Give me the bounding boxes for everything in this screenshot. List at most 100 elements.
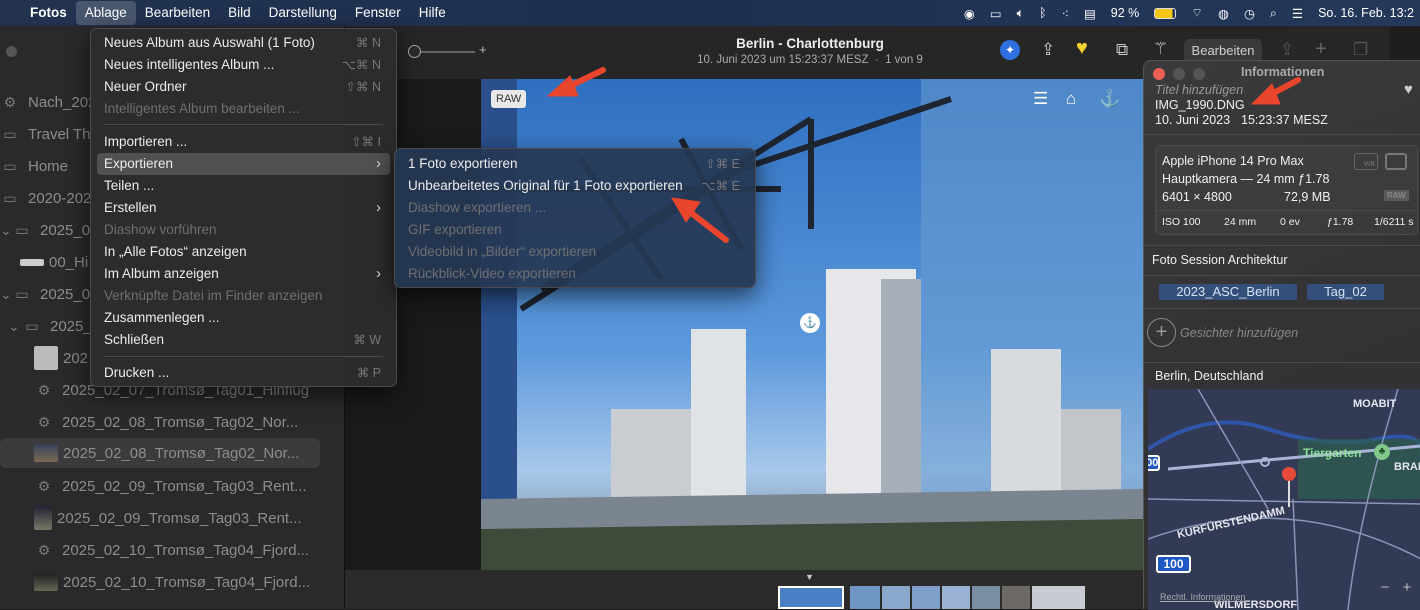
menu-item-show-in-album[interactable]: Im Album anzeigen › [97,263,390,285]
sidebar-item[interactable]: ⚙ Nach_202 [0,87,97,117]
chevron-down-icon[interactable]: ⌄ [0,222,12,239]
filmstrip-thumb[interactable] [972,586,1000,609]
menu-item-label: Neues intelligentes Album ... [104,57,275,72]
add-icon[interactable]: + [1315,38,1327,61]
menu-item-print[interactable]: Drucken ... ⌘ P [97,362,390,384]
menu-item-share[interactable]: Teilen ... [97,175,390,197]
menu-item-import[interactable]: Importieren ... ⇧⌘ I [97,131,390,153]
sidebar-item[interactable]: ▭ 2020-202 [0,183,91,213]
window-close-dot[interactable] [6,46,17,57]
network-icon[interactable]: ⁖ [1062,6,1069,21]
zoom-slider[interactable] [415,51,475,53]
menu-fenster[interactable]: Fenster [346,1,410,25]
sidebar-item[interactable]: ⚙ 2025_02_08_Tromsø_Tag02_Nor... [34,407,299,437]
clock[interactable]: So. 16. Feb. 13:2 [1318,6,1414,20]
faces-placeholder[interactable]: Gesichter hinzufügen [1180,326,1298,340]
filmstrip-thumb[interactable] [912,586,940,609]
bluetooth-icon[interactable]: ᛒ [1039,6,1047,20]
sidebar-item[interactable]: 00_Hi [20,247,88,277]
favorite-heart-icon[interactable]: ♥ [1404,81,1413,98]
tag-icon[interactable]: ⌂ [1066,89,1076,109]
anchor-icon[interactable]: ⚓ [1099,89,1120,109]
minimize-button[interactable] [1173,68,1185,80]
folder-icon: ▭ [3,125,17,142]
filmstrip-thumb[interactable] [882,586,910,609]
menu-item-merge[interactable]: Zusammenlegen ... [97,307,390,329]
rotate-icon[interactable]: ⧉ [1116,40,1128,60]
map[interactable]: MOABIT Tiergarten ♣ BRAN KURFÜRSTENDAMM … [1148,389,1420,610]
wifi-icon[interactable]: ⌔ [1191,5,1203,21]
menu-item-label: GIF exportieren [408,222,502,237]
chevron-right-icon: › [376,265,381,282]
zoom-button[interactable] [1193,68,1205,80]
caption[interactable]: Foto Session Architektur [1152,253,1287,267]
keyword-tag[interactable]: Tag_02 [1307,284,1384,300]
volume-icon[interactable]: 🔈︎ [1017,6,1025,21]
menu-bearbeiten[interactable]: Bearbeiten [136,1,219,25]
menu-item-close[interactable]: Schließen ⌘ W [97,329,390,351]
adjustments-icon[interactable]: ☰ [1033,89,1048,109]
menu-item-new-folder[interactable]: Neuer Ordner ⇧⌘ N [97,76,390,98]
airdrop-icon[interactable]: ◉ [964,6,975,21]
share-icon[interactable]: ⇪ [1041,40,1055,60]
sidebar-item[interactable]: ⌄ ▭ 2025_0 [0,279,90,309]
sidebar-item[interactable]: ⚙ 2025_02_09_Tromsø_Tag03_Rent... [34,471,307,501]
control-center-icon[interactable]: ☰ [1292,6,1303,21]
menu-darstellung[interactable]: Darstellung [260,1,346,25]
sidebar-item[interactable]: ⚙ 2025_02_10_Tromsø_Tag04_Fjord... [34,535,309,565]
zoom-slider-knob[interactable] [408,45,421,58]
auto-enhance-icon[interactable]: ✦ [1000,40,1020,60]
sidebar-item[interactable]: ⌄ ▭ 2025_ [8,311,92,341]
filmstrip-thumb[interactable] [942,586,970,609]
time-machine-icon[interactable]: ◷ [1244,6,1255,21]
menu-hilfe[interactable]: Hilfe [410,1,455,25]
filmstrip-thumb[interactable] [850,586,880,609]
share-icon-2[interactable]: ⇪ [1280,40,1294,60]
chevron-down-icon[interactable]: ⌄ [0,286,12,303]
menu-bild[interactable]: Bild [219,1,260,25]
submenu-item-export-original[interactable]: Unbearbeitetes Original für 1 Foto expor… [401,175,749,197]
filmstrip-thumb-selected[interactable] [778,586,844,609]
menu-item-export[interactable]: Exportieren › [97,153,390,175]
zoom-in-icon[interactable]: + [479,42,487,57]
add-face-icon[interactable]: + [1147,318,1176,347]
raw-badge: RAW [1384,190,1409,201]
menu-item-new-smart-album[interactable]: Neues intelligentes Album ... ⌥⌘ N [97,54,390,76]
sidebar-item[interactable]: ⌄ ▭ 2025_0 [0,215,90,245]
spotlight-icon[interactable]: ⌕ [1270,6,1277,21]
sidebar-item[interactable]: 202 [34,343,88,373]
chevron-down-icon[interactable]: ⌄ [8,318,20,335]
apple-menu-icon[interactable] [0,1,21,25]
menu-item-slideshow: Diashow vorführen [97,219,390,241]
display-icon[interactable]: ▭ [990,6,1002,21]
magic-wand-icon[interactable]: ⚚ [1153,39,1168,59]
filmstrip-thumb[interactable] [1032,586,1085,609]
menu-item-show-in-all-photos[interactable]: In „Alle Fotos“ anzeigen [97,241,390,263]
menu-item-new-album[interactable]: Neues Album aus Auswahl (1 Foto) ⌘ N [97,32,390,54]
map-zoom-out[interactable]: − [1376,579,1394,597]
title-input[interactable]: Titel hinzufügen [1155,83,1243,97]
map-zoom-in[interactable]: + [1398,579,1416,597]
legal-link[interactable]: Rechtl. Informationen [1160,592,1246,602]
favorite-heart-icon[interactable]: ♥ [1076,37,1088,60]
menu-item-create[interactable]: Erstellen › [97,197,390,219]
calendar-icon[interactable]: ▤ [1084,6,1096,21]
sidebar-item[interactable]: 2025_02_10_Tromsø_Tag04_Fjord... [34,567,310,597]
menu-ablage[interactable]: Ablage [75,1,136,25]
filmstrip-thumb[interactable] [1002,586,1030,609]
battery-icon[interactable] [1154,7,1177,19]
sidebar-item[interactable]: 2025_02_09_Tromsø_Tag03_Rent... [34,503,302,533]
copy-icon[interactable]: ❐ [1353,40,1368,60]
sidebar-item[interactable]: ▭ Travel The [0,119,99,149]
keyword-tag[interactable]: 2023_ASC_Berlin [1159,284,1297,300]
menu-fotos[interactable]: Fotos [21,1,76,25]
sidebar-item[interactable]: ▭ Home [0,151,68,181]
close-button[interactable] [1153,68,1165,80]
menu-item-label: Teilen ... [104,178,155,193]
divider [1144,308,1420,309]
submenu-item-export-photo[interactable]: 1 Foto exportieren ⇧⌘ E [401,153,749,175]
user-icon[interactable]: ◍ [1218,6,1229,21]
map-label: MOABIT [1353,398,1397,410]
anchor-marker-icon[interactable]: ⚓ [800,313,820,333]
sidebar-item-selected[interactable]: 2025_02_08_Tromsø_Tag02_Nor... [0,438,320,468]
